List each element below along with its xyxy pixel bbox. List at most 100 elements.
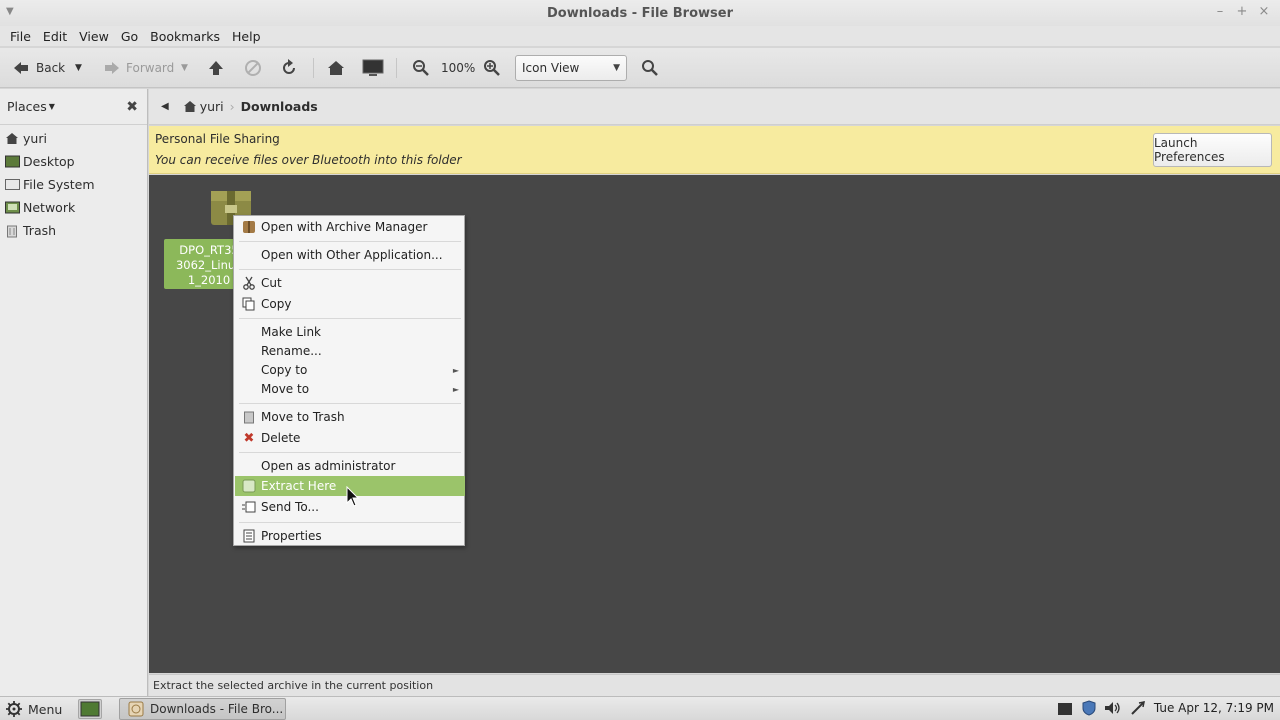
up-button[interactable] [208,48,224,88]
send-icon [241,499,257,515]
zoom-in-icon [484,60,500,76]
sidebar-item-desktop[interactable]: Desktop [0,150,147,173]
submenu-arrow-icon: ► [452,384,459,394]
sidebar-item-label: Desktop [23,154,75,169]
forward-history-dropdown[interactable]: ▼ [181,48,188,88]
file-manager-icon [128,701,144,717]
sidebar-footer [0,674,148,696]
window-title: Downloads - File Browser [547,5,733,21]
menu-item-move-to[interactable]: Move to ► [235,379,465,399]
workspace-icon[interactable] [1058,703,1072,715]
menu-item-cut[interactable]: Cut [235,273,465,293]
sidebar-item-network[interactable]: Network [0,196,147,219]
network-status-icon[interactable] [1130,700,1146,719]
minimize-button[interactable]: – [1209,4,1231,19]
system-tray [1058,699,1146,719]
menu-help[interactable]: Help [226,29,267,44]
submenu-arrow-icon: ► [452,365,459,375]
clock[interactable]: Tue Apr 12, 7:19 PM [1154,701,1274,715]
places-label: Places [7,99,47,114]
menu-file[interactable]: File [4,29,37,44]
info-bar: Personal File Sharing You can receive fi… [149,126,1280,174]
sidebar-item-label: File System [23,177,95,192]
menu-item-delete[interactable]: ✖ Delete [235,428,465,448]
forward-arrow-icon [105,62,119,74]
shield-icon[interactable] [1082,699,1096,719]
volume-icon[interactable] [1104,701,1122,718]
search-button[interactable] [641,48,659,88]
chevron-down-icon: ▼ [48,102,55,111]
back-button[interactable]: Back [12,48,65,88]
menu-go[interactable]: Go [115,29,144,44]
menu-edit[interactable]: Edit [37,29,73,44]
zoom-in-button[interactable] [483,48,501,88]
back-arrow-icon [14,62,28,74]
path-back-icon[interactable]: ◀ [161,101,169,112]
breadcrumb-home-label: yuri [199,99,224,114]
sidebar-item-trash[interactable]: Trash [0,219,147,242]
desktop-icon [4,154,20,170]
computer-button[interactable] [362,48,384,88]
infobar-message: You can receive files over Bluetooth int… [155,153,462,167]
menu-bookmarks[interactable]: Bookmarks [144,29,226,44]
toolbar: Back ▼ Forward ▼ 100% [0,48,1280,88]
zoom-level: 100% [441,61,476,75]
stop-icon [245,60,261,76]
breadcrumb-home[interactable]: yuri [183,99,224,114]
sidebar-item-yuri[interactable]: yuri [0,127,147,150]
menu-item-copy[interactable]: Copy [235,294,465,314]
archive-manager-icon [241,219,257,235]
maximize-button[interactable]: + [1231,4,1253,19]
copy-icon [241,296,257,312]
breadcrumb-current[interactable]: Downloads [241,99,318,114]
reload-button[interactable] [280,48,298,88]
window-menu-icon[interactable]: ▼ [6,6,14,17]
home-button[interactable] [327,48,345,88]
window-controls: – + × [1209,4,1275,19]
desktop-icon [80,701,100,717]
menu-item-open-other-application[interactable]: Open with Other Application... [235,245,465,265]
back-history-dropdown[interactable]: ▼ [75,48,82,88]
taskbar-window-label: Downloads - File Bro... [150,702,284,716]
view-mode-select[interactable]: Icon View ▼ [515,55,627,81]
sidebar: Places ▼ ✖ yuri Desktop File System Netwo… [0,89,148,696]
menu-bar: File Edit View Go Bookmarks Help [0,26,1280,46]
menu-item-make-link[interactable]: Make Link [235,322,465,342]
launch-preferences-button[interactable]: Launch Preferences [1153,133,1272,167]
home-icon [4,131,20,147]
gear-icon [6,701,22,717]
menu-view[interactable]: View [73,29,115,44]
show-desktop-button[interactable] [78,699,102,719]
delete-icon: ✖ [243,430,255,446]
menu-item-open-as-administrator[interactable]: Open as administrator [235,456,465,476]
zoom-out-icon [413,60,429,76]
close-window-button[interactable]: × [1253,4,1275,19]
start-menu-button[interactable]: Menu [6,699,62,719]
stop-button[interactable] [244,48,262,88]
taskbar: Menu Downloads - File Bro... Tue Apr 12,… [0,696,1280,720]
up-arrow-icon [209,61,223,75]
chevron-down-icon: ▼ [613,63,620,73]
forward-button[interactable]: Forward [103,48,174,88]
menu-item-rename[interactable]: Rename... [235,341,465,361]
drive-icon [4,177,20,193]
menu-item-move-to-trash[interactable]: Move to Trash [235,407,465,427]
zoom-out-button[interactable] [412,48,430,88]
infobar-title: Personal File Sharing [155,132,280,146]
taskbar-window-button[interactable]: Downloads - File Bro... [119,698,286,720]
network-icon [4,200,20,216]
places-header[interactable]: Places ▼ ✖ [0,89,147,125]
title-bar: ▼ Downloads - File Browser – + × [0,0,1280,26]
menu-item-copy-to[interactable]: Copy to ► [235,360,465,380]
menu-item-properties[interactable]: Properties [235,526,465,546]
menu-item-open-archive-manager[interactable]: Open with Archive Manager [235,217,465,237]
sidebar-item-file-system[interactable]: File System [0,173,147,196]
location-bar: ◀ yuri › Downloads [149,89,1280,125]
close-sidebar-icon[interactable]: ✖ [126,99,138,115]
reload-icon [283,59,295,74]
back-label: Back [36,61,66,75]
status-text: Extract the selected archive in the curr… [153,679,434,692]
trash-icon [241,409,257,425]
forward-label: Forward [126,61,175,75]
extract-icon [241,478,257,494]
